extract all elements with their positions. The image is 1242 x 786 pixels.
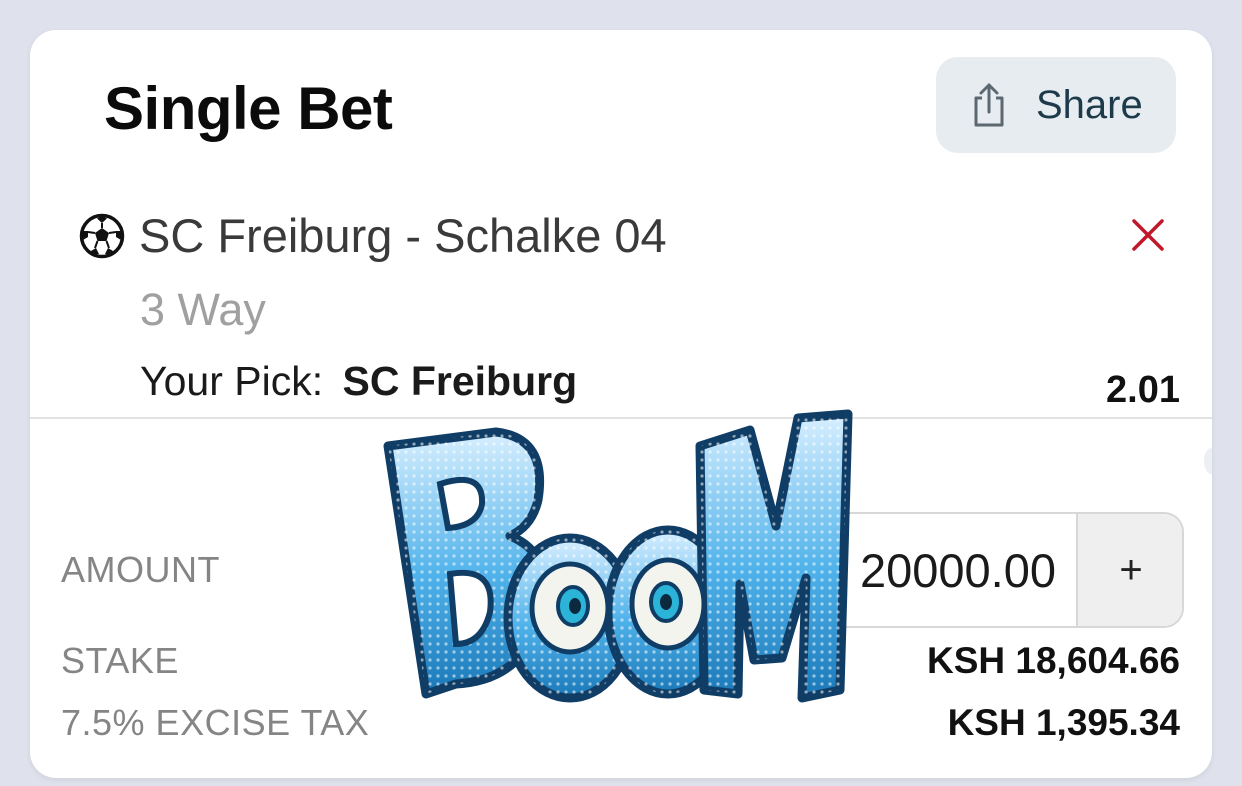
pick-label: Your Pick: [140,358,324,404]
close-icon[interactable] [1130,217,1166,253]
stake-label: STAKE [61,640,179,681]
market-type: 3 Way [140,284,266,335]
match-name: SC Freiburg - Schalke 04 [139,209,667,262]
boom-letters [383,409,853,703]
amount-stepper[interactable]: + [820,512,1184,628]
your-pick: Your Pick: SC Freiburg [140,358,577,405]
pick-value: SC Freiburg [342,358,578,404]
odds-value: 2.01 [1106,369,1180,411]
increase-amount-button[interactable]: + [1076,514,1182,626]
page-title: Single Bet [104,75,393,142]
share-icon [974,83,1004,127]
boom-sticker [383,409,853,703]
stake-value: KSH 18,604.66 [926,640,1180,681]
soccer-ball-icon [79,213,125,259]
scroll-indicator [1204,448,1212,474]
excise-tax-label: 7.5% EXCISE TAX [61,702,370,743]
amount-label: AMOUNT [61,549,220,590]
excise-tax-value: KSH 1,395.34 [947,702,1180,743]
share-button[interactable]: Share [936,57,1176,153]
amount-input[interactable] [822,514,1076,626]
share-label: Share [1036,82,1143,127]
